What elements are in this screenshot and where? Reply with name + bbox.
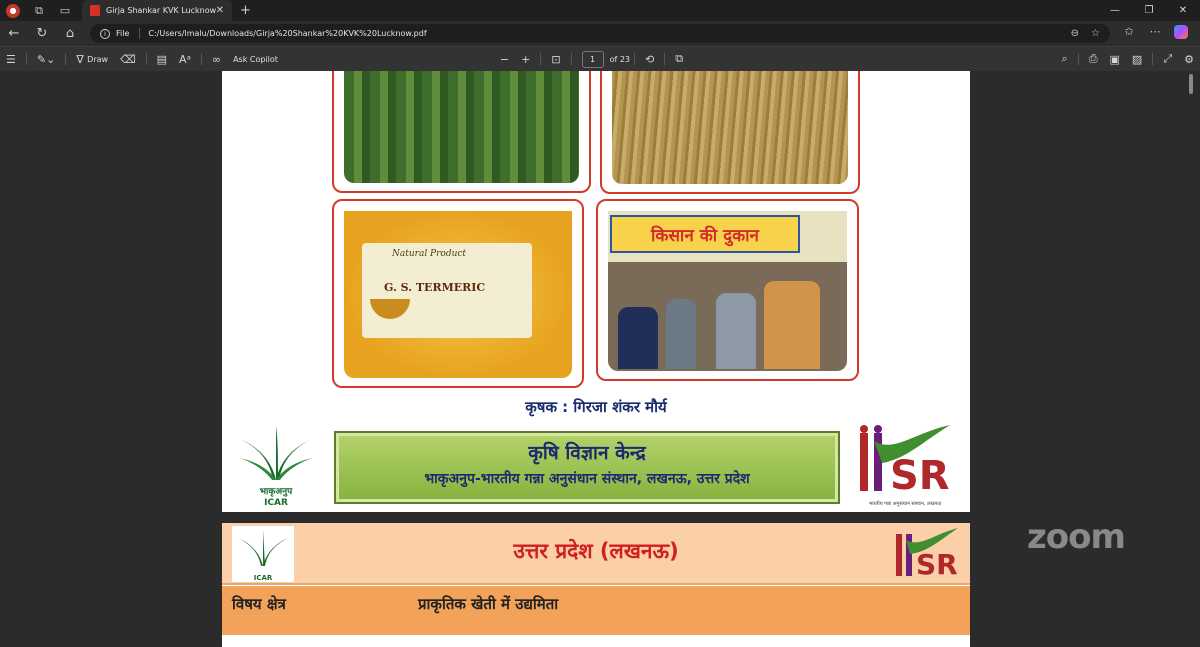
- iisr-logo: SR: [892, 526, 960, 582]
- browser-profile-icon[interactable]: ●: [6, 3, 20, 18]
- tab-title: Girja Shankar KVK Lucknow.pdf: [106, 6, 216, 15]
- search-icon[interactable]: ⌕: [1056, 47, 1074, 72]
- icar-hindi: भाकृअनुप: [260, 487, 293, 497]
- photo-wheat-field: [600, 71, 860, 194]
- tab-bar: ● ⧉ ▭ Girja Shankar KVK Lucknow.pdf ✕ + …: [0, 0, 1200, 21]
- favorites-icon[interactable]: ✩: [1116, 25, 1142, 42]
- draw-button[interactable]: ∇ Draw: [70, 47, 114, 72]
- more-menu-icon[interactable]: ⋯: [1142, 25, 1168, 42]
- draw-pen-icon: ∇: [76, 52, 88, 66]
- address-bar[interactable]: i File C:/Users/lmalu/Downloads/Girja%20…: [90, 24, 1110, 43]
- photo-farmer-shop: किसान की दुकान: [596, 199, 859, 381]
- draw-label: Draw: [87, 54, 109, 64]
- settings-gear-icon[interactable]: ⚙: [1178, 47, 1200, 72]
- svg-text:SR: SR: [890, 453, 950, 499]
- home-icon[interactable]: ⌂: [56, 26, 84, 41]
- favorite-star-icon[interactable]: ☆: [1091, 28, 1100, 39]
- page1-footer: भाकृअनुप ICAR कृषि विज्ञान केन्द्र भाकृअ…: [222, 419, 970, 512]
- divider: [139, 28, 141, 39]
- vertical-scrollbar[interactable]: [1189, 71, 1197, 647]
- close-tab-icon[interactable]: ✕: [216, 5, 224, 16]
- person-image: [618, 307, 658, 369]
- scrollbar-thumb[interactable]: [1189, 74, 1193, 94]
- fullscreen-icon[interactable]: ⤢: [1157, 47, 1178, 72]
- shop-sign-text: किसान की दुकान: [650, 225, 759, 246]
- pdf-file-icon: [90, 5, 100, 16]
- iisr-caption: भारतीय गन्ना अनुसंधान संस्थान, लखनऊ: [868, 501, 942, 507]
- info-icon[interactable]: i: [100, 28, 110, 39]
- workspaces-icon[interactable]: ⧉: [26, 0, 52, 21]
- print-icon[interactable]: ⎙: [1083, 47, 1104, 72]
- back-icon[interactable]: ←: [0, 26, 28, 41]
- iisr-logo: SR भारतीय गन्ना अनुसंधान संस्थान, लखनऊ: [854, 423, 956, 509]
- photo-turmeric-jar: Natural Product G. S. TERMERIC: [332, 199, 584, 388]
- zoom-in-icon[interactable]: +: [515, 47, 536, 72]
- page2-title: उत्तर प्रदेश (लखनऊ): [513, 539, 679, 563]
- subject-area-value: प्राकृतिक खेती में उद्यमिता: [418, 595, 559, 613]
- shop-sign: किसान की दुकान: [610, 215, 800, 253]
- person-image: [666, 299, 696, 369]
- photo-ginger-field: [332, 71, 591, 193]
- svg-text:SR: SR: [916, 548, 958, 581]
- person-image: [716, 293, 756, 369]
- refresh-icon[interactable]: ↻: [28, 26, 56, 41]
- pdf-viewer[interactable]: Natural Product G. S. TERMERIC किसान की …: [0, 71, 1200, 647]
- highlight-icon[interactable]: ✎⌄: [31, 47, 61, 72]
- jar-product: G. S. TERMERIC: [384, 281, 486, 294]
- minimize-icon[interactable]: —: [1098, 5, 1132, 16]
- jar-label: Natural Product G. S. TERMERIC: [362, 243, 532, 338]
- fit-page-icon[interactable]: ⊡: [545, 47, 566, 72]
- tab-actions-icon[interactable]: ▭: [52, 0, 78, 21]
- new-tab-icon[interactable]: +: [240, 3, 251, 18]
- icar-logo: भाकृअनुप ICAR: [232, 422, 320, 508]
- subject-area-label: विषय क्षेत्र: [232, 595, 286, 613]
- zoom-icon[interactable]: ⊖: [1071, 28, 1079, 39]
- turmeric-bowl-image: [370, 299, 410, 319]
- page-view-icon[interactable]: ⧉: [669, 47, 689, 72]
- page-total: of 23: [609, 54, 631, 64]
- person-image: [764, 281, 820, 369]
- close-window-icon[interactable]: ✕: [1166, 5, 1200, 16]
- ask-copilot-button[interactable]: Ask Copilot: [227, 47, 284, 72]
- subject-area-row: विषय क्षेत्र प्राकृतिक खेती में उद्यमिता: [222, 586, 970, 635]
- pdf-page-2: ICAR उत्तर प्रदेश (लखनऊ) SR विषय क्षेत्र…: [222, 523, 970, 647]
- url-text[interactable]: C:/Users/lmalu/Downloads/Girja%20Shankar…: [148, 29, 1058, 38]
- url-scheme: File: [116, 29, 130, 38]
- address-toolbar: ← ↻ ⌂ i File C:/Users/lmalu/Downloads/Gi…: [0, 21, 1200, 46]
- eraser-icon[interactable]: ⌫: [114, 47, 142, 72]
- pdf-toolbar: ☰ ✎⌄ ∇ Draw ⌫ ▤ Aᵃ ∞ Ask Copilot − + ⊡ 1…: [0, 46, 1200, 71]
- farmer-name: कृषक : गिरजा शंकर मौर्य: [525, 398, 667, 416]
- save-icon[interactable]: ▣: [1104, 47, 1126, 72]
- svg-text:ICAR: ICAR: [254, 574, 273, 582]
- contents-icon[interactable]: ☰: [0, 47, 22, 72]
- rotate-icon[interactable]: ⟲: [639, 47, 660, 72]
- save-as-icon[interactable]: ▨: [1126, 47, 1148, 72]
- kvk-title: कृषि विज्ञान केन्द्र: [528, 442, 646, 464]
- jar-brand: Natural Product: [392, 249, 467, 259]
- immersive-reader-icon[interactable]: ∞: [206, 47, 227, 72]
- zoom-out-icon[interactable]: −: [494, 47, 515, 72]
- icar-english: ICAR: [264, 498, 288, 507]
- restore-icon[interactable]: ❐: [1132, 5, 1166, 16]
- kvk-banner: कृषि विज्ञान केन्द्र भाकृअनुप-भारतीय गन्…: [334, 431, 840, 504]
- copilot-icon[interactable]: [1168, 25, 1194, 42]
- window-controls: — ❐ ✕: [1098, 5, 1200, 16]
- page2-header: ICAR उत्तर प्रदेश (लखनऊ) SR: [222, 523, 970, 585]
- read-aloud-icon[interactable]: Aᵃ: [173, 47, 197, 72]
- zoom-watermark: zoom: [1027, 517, 1126, 557]
- add-text-icon[interactable]: ▤: [151, 47, 173, 72]
- active-tab[interactable]: Girja Shankar KVK Lucknow.pdf ✕: [82, 0, 232, 21]
- table-row: [222, 635, 970, 647]
- kvk-subtitle: भाकृअनुप-भारतीय गन्ना अनुसंधान संस्थान, …: [424, 471, 750, 487]
- pdf-page-1: Natural Product G. S. TERMERIC किसान की …: [222, 71, 970, 512]
- page-number-input[interactable]: 1: [581, 50, 604, 68]
